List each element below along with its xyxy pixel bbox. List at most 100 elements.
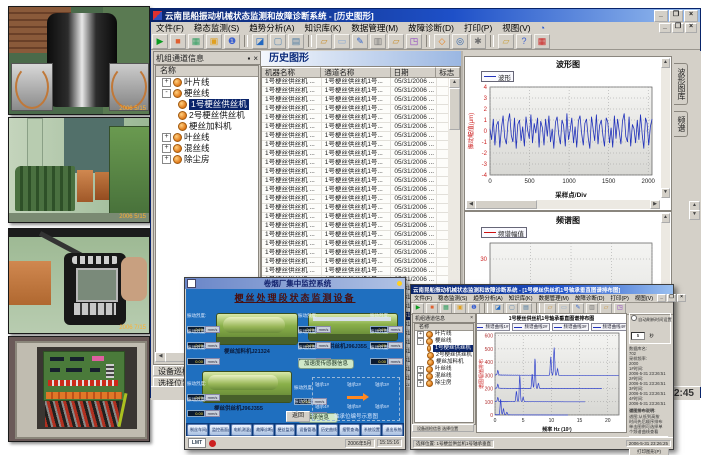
expand-icon[interactable]: + <box>417 380 424 387</box>
mdi-restore-button[interactable]: ❐ <box>672 23 684 33</box>
dock-header[interactable]: 机组通道信息 ▪ × <box>154 52 260 65</box>
taskbar-button[interactable]: 电机测温(W) <box>231 424 252 436</box>
menu-item[interactable]: 视图(V) <box>632 294 656 302</box>
taskbar-button[interactable]: 故障诊断(Z) <box>253 424 273 436</box>
table-row[interactable]: 1号梗丝供丝机 ...1号梗丝供丝机1号...05/31/2006 ...1 <box>262 195 460 204</box>
search-toolbar-button[interactable]: ◎ <box>452 34 468 49</box>
tree-item[interactable]: -梗丝线 <box>415 338 473 345</box>
close-button[interactable]: × <box>684 10 698 22</box>
expand-icon[interactable]: + <box>162 144 171 153</box>
clock-menu-icon[interactable]: ◔ <box>540 23 545 33</box>
machine-feeder[interactable] <box>216 313 298 345</box>
expand-icon[interactable]: + <box>162 155 171 164</box>
mini-mdi-restore[interactable]: ❐ <box>667 294 676 302</box>
strip-scroll-down[interactable]: ▼ <box>689 210 700 220</box>
waveform-vscrollbar[interactable]: ▲ ▼ <box>661 58 670 198</box>
table-row[interactable]: 1号梗丝供丝机 ...1号梗丝供丝机1号...05/31/2006 ...1 <box>262 186 460 195</box>
menu-item[interactable]: 视图(V) <box>497 22 535 34</box>
column-header[interactable]: 机器名称 <box>262 67 321 78</box>
taskbar-button[interactable]: 历史曲线(L) <box>318 424 338 436</box>
waveform-hscrollbar[interactable]: ◀ ▶ <box>466 200 660 209</box>
tree-item[interactable]: +混丝线 <box>156 143 258 154</box>
diamond-toolbar-button[interactable]: ◇ <box>434 34 450 49</box>
sensor-chip[interactable]: 振动烈度:0.00mm/s <box>187 397 221 420</box>
taskbar-button[interactable]: 系统设置(X) <box>361 424 382 436</box>
table-row[interactable]: 1号梗丝供丝机 ...1号梗丝供丝机1号...05/31/2006 ...1 <box>262 231 460 240</box>
scada-title-bar[interactable]: 卷烟厂集中监控系统 <box>185 278 405 289</box>
sensor-chip[interactable]: 振动烈度:0.00mm/s <box>187 345 221 368</box>
expand-icon[interactable]: + <box>162 78 171 87</box>
menu-item[interactable]: 数据管理(M) <box>346 22 403 34</box>
table-row[interactable]: 1号梗丝供丝机 ...1号梗丝供丝机1号...05/31/2006 ...1 <box>262 78 460 87</box>
main-title-bar[interactable]: 云南昆船振动机械状态监测和故障诊断系统 - [历史图形] _ ❐ × <box>151 9 700 22</box>
knowledge-toolbar-button[interactable]: ❶ <box>224 34 240 49</box>
tree-item[interactable]: +叶片线 <box>415 331 473 338</box>
minimize-button[interactable]: _ <box>654 10 668 22</box>
menu-item[interactable]: 故障诊断(D) <box>403 22 459 34</box>
report-toolbar-button[interactable]: ▥ <box>370 34 386 49</box>
dock-close-icon[interactable]: × <box>253 54 258 63</box>
table-row[interactable]: 1号梗丝供丝机 ...1号梗丝供丝机1号...05/31/2006 ...1 <box>262 123 460 132</box>
menu-item[interactable]: 故障诊断(D) <box>572 294 608 302</box>
back-button[interactable]: 返回 <box>286 411 310 422</box>
expand-icon[interactable]: + <box>417 331 424 338</box>
column-header[interactable]: 通道名称 <box>321 67 390 78</box>
tree-item[interactable]: 1号梗丝供丝机 <box>415 345 473 352</box>
table-row[interactable]: 1号梗丝供丝机 ...1号梗丝供丝机1号...05/31/2006 ...1 <box>262 240 460 249</box>
menu-item[interactable]: 知识库(K) <box>300 22 347 34</box>
tree-item[interactable]: +混丝线 <box>415 373 473 380</box>
exit-toolbar-button[interactable]: ▦ <box>534 34 550 49</box>
table-row[interactable]: 1号梗丝供丝机 ...1号梗丝供丝机1号...05/31/2006 ...1 <box>262 141 460 150</box>
tree-item[interactable]: +除尘房 <box>415 380 473 387</box>
side-tab[interactable]: 频谱 <box>674 111 688 137</box>
table-row[interactable]: 1号梗丝供丝机 ...1号梗丝供丝机1号...05/31/2006 ...1 <box>262 168 460 177</box>
radio-icon[interactable] <box>631 315 637 321</box>
open-toolbar-button[interactable]: ▭ <box>334 34 350 49</box>
mini-mdi-close[interactable]: × <box>677 294 686 302</box>
table-row[interactable]: 1号梗丝供丝机 ...1号梗丝供丝机1号...05/31/2006 ...1 <box>262 213 460 222</box>
refresh-interval-input[interactable]: 5 <box>631 332 645 340</box>
column-header[interactable]: 标志 <box>436 67 460 78</box>
expand-icon[interactable]: + <box>417 373 424 380</box>
tree-item[interactable]: +叶丝线 <box>156 132 258 143</box>
menu-item[interactable]: 打印(P) <box>459 22 497 34</box>
tree-item[interactable]: 梗丝加料机 <box>156 121 258 132</box>
sensor-chip[interactable]: 振动烈度:0.00mm/s <box>370 345 404 368</box>
tree-item[interactable]: 1号梗丝供丝机 <box>156 99 258 110</box>
menu-item[interactable]: 数据管理(M) <box>536 294 572 302</box>
pin-icon[interactable]: ▪ <box>247 54 250 63</box>
disk-toolbar-button[interactable]: ▤ <box>288 34 304 49</box>
menu-item[interactable]: 稳态监测(S) <box>189 22 244 34</box>
taskbar-button[interactable]: 制丝车间(M) <box>187 424 208 436</box>
stop-toolbar-button[interactable]: ■ <box>170 34 186 49</box>
restore-button[interactable]: ❐ <box>669 10 683 22</box>
collapse-icon[interactable]: - <box>417 338 424 345</box>
table-row[interactable]: 1号梗丝供丝机 ...1号梗丝供丝机1号...05/31/2006 ...1 <box>262 177 460 186</box>
side-tab[interactable]: 波形图库 <box>674 63 688 105</box>
folder-toolbar-button[interactable]: ▱ <box>388 34 404 49</box>
help-toolbar-button[interactable]: ? <box>516 34 532 49</box>
menu-item[interactable]: 文件(F) <box>151 22 189 34</box>
expand-icon[interactable]: + <box>162 133 171 142</box>
steady-monitor-toolbar-button[interactable]: ▦ <box>188 34 204 49</box>
expand-icon[interactable]: + <box>417 366 424 373</box>
table-row[interactable]: 1号梗丝供丝机 ...1号梗丝供丝机1号...05/31/2006 ...1 <box>262 222 460 231</box>
table-row[interactable]: 1号梗丝供丝机 ...1号梗丝供丝机1号...05/31/2006 ...1 <box>262 249 460 258</box>
tree-item[interactable]: 2号梗丝供丝机 <box>156 110 258 121</box>
menu-item[interactable]: 文件(F) <box>411 294 435 302</box>
mini-bottom-tabs[interactable]: 设备巡检信息 选择位置 <box>412 424 474 432</box>
table-row[interactable]: 1号梗丝供丝机 ...1号梗丝供丝机1号...05/31/2006 ...1 <box>262 114 460 123</box>
menu-item[interactable]: 稳态监测(S) <box>435 294 470 302</box>
menu-item[interactable]: 打印(P) <box>607 294 631 302</box>
tree-item[interactable]: 梗丝加料机 <box>415 359 473 366</box>
start-toolbar-button[interactable]: ▶ <box>152 34 168 49</box>
table-row[interactable]: 1号梗丝供丝机 ...1号梗丝供丝机1号...05/31/2006 ...1 <box>262 204 460 213</box>
mini-mdi-minimize[interactable]: _ <box>657 294 666 302</box>
tree-item[interactable]: -梗丝线 <box>156 88 258 99</box>
column-header[interactable]: 日期 <box>391 67 437 78</box>
tree-item[interactable]: +叶丝线 <box>415 366 473 373</box>
tree-item[interactable]: 2号梗丝供丝机 <box>415 352 473 359</box>
save-toolbar-button[interactable]: ◳ <box>406 34 422 49</box>
collapse-icon[interactable]: - <box>162 89 171 98</box>
menu-item[interactable]: 趋势分析(A) <box>244 22 299 34</box>
